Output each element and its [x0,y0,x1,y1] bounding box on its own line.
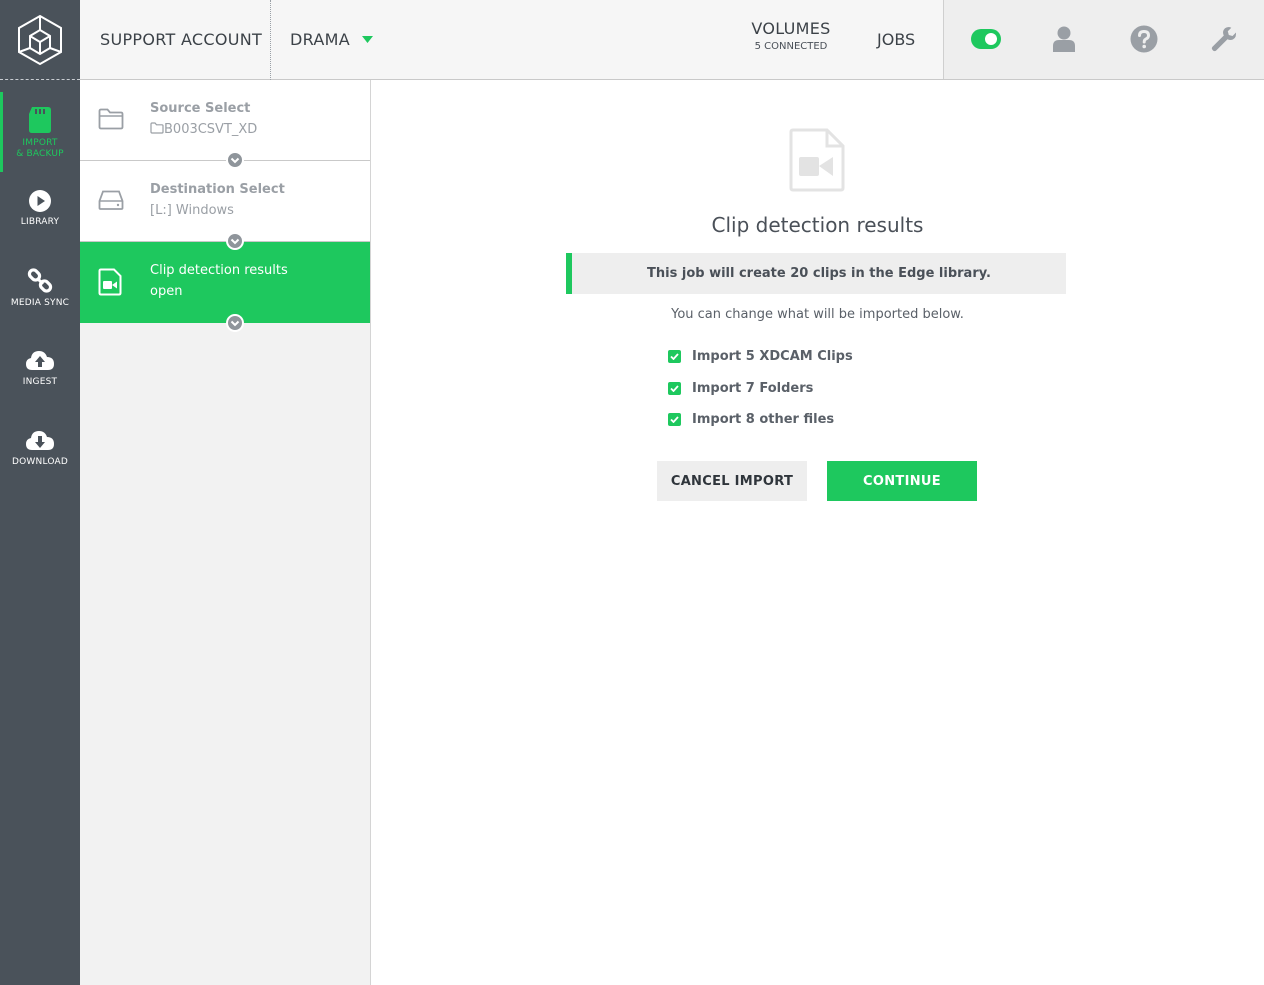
settings-button[interactable] [1208,22,1240,56]
nav-download[interactable]: DOWNLOAD [0,429,80,468]
toolbar-icons [943,0,1264,79]
folder-icon [98,108,124,130]
step-source-select[interactable]: Source Select B003CSVT_XD [80,80,370,169]
step-clip-subtitle: open [150,284,183,299]
hint-text: You can change what will be imported bel… [671,307,964,322]
cancel-import-button[interactable]: CANCEL IMPORT [657,461,807,501]
steps-panel: Source Select B003CSVT_XD Destination Se… [80,80,371,985]
nav-import-label-2: & BACKUP [16,149,64,159]
toggle-switch-icon [971,29,1001,49]
step-destination-title: Destination Select [150,182,285,197]
option-folders[interactable]: Import 7 Folders [668,379,813,397]
sd-card-icon [29,107,51,133]
step-destination-select[interactable]: Destination Select [L:] Windows [80,161,370,250]
nav-download-label: DOWNLOAD [12,457,68,467]
volumes-title: VOLUMES [751,19,831,38]
help-icon [1130,25,1158,53]
cube-logo-icon [18,14,62,65]
cloud-upload-icon [26,351,54,370]
cloud-download-icon [26,431,54,450]
step-clip-title: Clip detection results [150,263,288,278]
option-xdcam-label: Import 5 XDCAM Clips [692,348,853,364]
user-button[interactable] [1048,22,1080,56]
nav-library-label: LIBRARY [20,217,60,227]
step-destination-subtitle: [L:] Windows [150,203,234,218]
play-circle-icon [29,190,51,212]
chevron-down-icon [230,320,240,326]
continue-button[interactable]: CONTINUE [827,461,977,501]
small-folder-icon [150,122,164,134]
chevron-down-icon [230,157,240,163]
volumes-button[interactable]: VOLUMES 5 CONNECTED [744,19,838,52]
app-logo[interactable] [0,0,80,80]
step-chevron-2 [226,232,244,250]
page-title: Clip detection results [711,213,924,237]
volumes-subtitle: 5 CONNECTED [754,41,828,52]
nav-import-backup[interactable]: IMPORT & BACKUP [0,92,80,172]
option-folders-label: Import 7 Folders [692,380,814,396]
nav-ingest[interactable]: INGEST [0,349,80,388]
nav-media-sync[interactable]: MEDIA SYNC [0,268,80,309]
help-button[interactable] [1128,22,1160,56]
step-source-subtitle: B003CSVT_XD [150,122,257,137]
video-file-icon [98,268,122,296]
project-name: DRAMA [290,30,350,49]
nav-ingest-label: INGEST [22,377,58,387]
checkmark-icon [670,415,679,423]
step-chevron-3 [226,314,244,332]
checkbox-folders[interactable] [668,381,681,395]
nav-library[interactable]: LIBRARY [0,189,80,228]
option-other-files[interactable]: Import 8 other files [668,410,834,428]
jobs-button[interactable]: JOBS [877,30,915,49]
option-other-files-label: Import 8 other files [692,411,835,427]
checkbox-xdcam-clips[interactable] [668,349,681,363]
top-bar: SUPPORT ACCOUNT DRAMA VOLUMES 5 CONNECTE… [80,0,1264,80]
project-dropdown[interactable]: DRAMA [290,30,373,49]
checkbox-other-files[interactable] [668,412,681,426]
main-nav-rail: IMPORT & BACKUP LIBRARY MEDIA SYNC INGES… [0,0,80,985]
user-icon [1053,26,1075,52]
step-source-path: B003CSVT_XD [164,122,258,137]
status-toggle[interactable] [970,22,1002,56]
checkmark-icon [670,352,679,360]
step-clip-detection[interactable]: Clip detection results open [80,242,370,332]
video-file-icon [789,128,845,192]
step-source-title: Source Select [150,101,251,116]
option-xdcam-clips[interactable]: Import 5 XDCAM Clips [668,347,853,365]
step-chevron-1 [226,151,244,169]
account-name[interactable]: SUPPORT ACCOUNT [100,30,262,49]
checkmark-icon [670,384,679,392]
account-divider [270,0,271,80]
nav-import-label-1: IMPORT [22,138,58,148]
nav-media-sync-label: MEDIA SYNC [10,298,70,308]
info-banner: This job will create 20 clips in the Edg… [566,253,1066,294]
wrench-icon [1211,27,1236,52]
chevron-down-icon [230,238,240,244]
main-content: Clip detection results This job will cre… [371,80,1264,985]
caret-down-icon [361,36,373,43]
drive-icon [98,190,124,210]
link-icon [27,268,53,293]
